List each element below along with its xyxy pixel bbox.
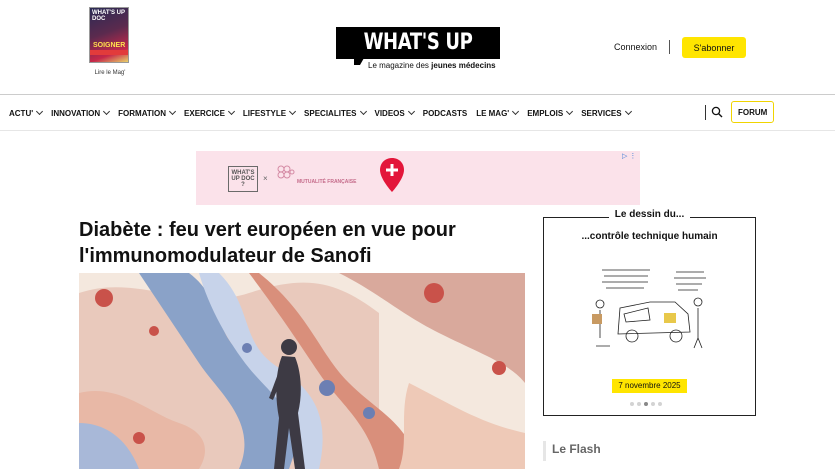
nav-item-specialites[interactable]: SPECIALITES xyxy=(304,107,367,118)
search-icon[interactable] xyxy=(711,106,723,118)
cartoon-image[interactable] xyxy=(580,250,720,360)
chevron-down-icon xyxy=(227,107,235,116)
chevron-down-icon xyxy=(624,107,632,116)
chevron-down-icon xyxy=(289,107,297,116)
cartoon-title[interactable]: ...contrôle technique humain xyxy=(543,231,756,242)
nav-divider xyxy=(705,105,706,120)
carousel-dot-1[interactable] xyxy=(630,402,634,406)
carousel-dots xyxy=(630,402,662,406)
nav-item-label: EMPLOIS xyxy=(527,108,564,118)
flash-section-title[interactable]: Le Flash xyxy=(552,442,601,456)
nav-top-border xyxy=(0,94,835,95)
tagline-bold: jeunes médecins xyxy=(431,61,496,70)
read-magazine-link[interactable]: Lire le Mag' xyxy=(80,70,140,76)
hero-illustration xyxy=(79,273,525,469)
nav-item-actu[interactable]: ACTU' xyxy=(9,107,44,118)
nav-item-emplois[interactable]: EMPLOIS xyxy=(527,107,574,118)
carousel-dot-2[interactable] xyxy=(637,402,641,406)
nav-item-lifestyle[interactable]: LIFESTYLE xyxy=(242,107,297,118)
carousel-dot-4[interactable] xyxy=(651,402,655,406)
nav-item-label: LE MAG' xyxy=(476,108,510,118)
article-headline[interactable]: Diabète : feu vert européen en vue pour … xyxy=(79,217,519,269)
nav-item-label: FORMATION xyxy=(118,108,167,118)
cartoon-widget-title: Le dessin du... xyxy=(543,209,756,220)
nav-item-label: ACTU' xyxy=(9,108,34,118)
nav-item-lemag[interactable]: LE MAG' xyxy=(476,107,520,118)
magazine-cover-band xyxy=(90,50,128,55)
nav-item-services[interactable]: SERVICES xyxy=(581,107,632,118)
site-logo[interactable]: WHAT'S UP DOC ? xyxy=(351,27,485,87)
chevron-down-icon xyxy=(359,107,367,116)
login-link[interactable]: Connexion xyxy=(614,42,657,52)
nav-item-formation[interactable]: FORMATION xyxy=(118,107,177,118)
magazine-cover-headline: SOIGNER xyxy=(93,42,126,49)
chevron-down-icon xyxy=(512,107,520,116)
mutualite-logo-icon xyxy=(277,165,295,179)
cartoon-date: 7 novembre 2025 xyxy=(612,379,687,393)
chevron-down-icon xyxy=(168,107,177,116)
nav-item-innovation[interactable]: INNOVATION xyxy=(51,107,111,118)
chevron-down-icon xyxy=(36,107,44,116)
ad-partner-text: MUTUALITÉ FRANÇAISE xyxy=(297,179,357,185)
nav-item-label: EXERCICE xyxy=(184,108,225,118)
magazine-cover[interactable]: WHAT'S UP DOC SOIGNER xyxy=(89,7,129,63)
nav-item-label: INNOVATION xyxy=(51,108,101,118)
subscribe-button[interactable]: S'abonner xyxy=(682,37,746,58)
nav-bottom-border xyxy=(0,130,835,131)
flash-accent-bar xyxy=(543,441,546,461)
carousel-dot-3[interactable] xyxy=(644,402,648,406)
main-nav: ACTU' INNOVATION FORMATION EXERCICE LIFESTYL… xyxy=(9,106,640,120)
article-hero-image[interactable] xyxy=(79,273,525,469)
nav-item-label: VIDEOS xyxy=(374,108,405,118)
nav-item-label: SERVICES xyxy=(581,108,622,118)
nav-item-label: PODCASTS xyxy=(422,108,468,118)
tagline: Le magazine des jeunes médecins xyxy=(368,61,496,70)
carousel-dot-5[interactable] xyxy=(658,402,662,406)
ad-times-sign: × xyxy=(263,174,268,183)
location-pin-icon xyxy=(380,158,404,192)
ad-choices-icon[interactable]: ▷ ⋮ xyxy=(622,152,636,160)
tagline-prefix: Le magazine des xyxy=(368,61,432,70)
ad-logo: WHAT'S UP DOC ? xyxy=(228,166,258,192)
logo-speech-tail xyxy=(354,58,364,65)
chevron-down-icon xyxy=(566,107,574,116)
forum-button[interactable]: FORUM xyxy=(731,101,774,123)
magazine-cover-title: WHAT'S UP DOC xyxy=(92,10,125,22)
nav-item-videos[interactable]: VIDEOS xyxy=(374,107,415,118)
nav-item-label: SPECIALITES xyxy=(304,108,357,118)
nav-item-label: LIFESTYLE xyxy=(242,108,287,118)
cartoon-widget-title-text: Le dessin du... xyxy=(608,209,691,220)
nav-item-exercice[interactable]: EXERCICE xyxy=(184,107,235,118)
header-divider xyxy=(669,40,670,54)
chevron-down-icon xyxy=(103,107,111,116)
nav-item-podcasts[interactable]: PODCASTS xyxy=(423,109,467,118)
chevron-down-icon xyxy=(407,107,415,116)
